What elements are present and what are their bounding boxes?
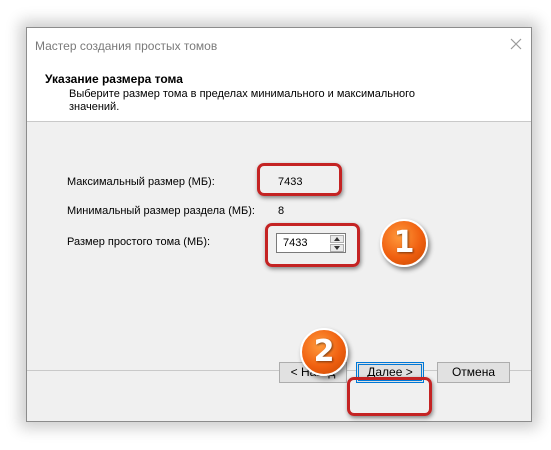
cancel-button[interactable]: Отмена xyxy=(437,362,510,383)
volume-size-label: Размер простого тома (МБ): xyxy=(67,236,211,248)
close-icon xyxy=(510,38,522,50)
step-marker-1: 1 xyxy=(380,219,428,267)
max-size-label: Максимальный размер (МБ): xyxy=(67,176,215,188)
close-button[interactable] xyxy=(501,28,531,60)
window-title: Мастер создания простых томов xyxy=(35,39,218,53)
wizard-header: Указание размера тома Выберите размер то… xyxy=(27,65,531,122)
title-bar: Мастер создания простых томов xyxy=(27,28,531,65)
min-size-value: 8 xyxy=(278,205,285,217)
volume-size-highlight xyxy=(265,223,360,267)
step-description: Выберите размер тома в пределах минималь… xyxy=(69,88,416,113)
step-marker-2: 2 xyxy=(300,328,348,376)
max-size-highlight xyxy=(257,163,342,196)
next-button-highlight xyxy=(347,377,432,416)
min-size-label: Минимальный размер раздела (МБ): xyxy=(67,205,255,217)
step-title: Указание размера тома xyxy=(45,72,183,86)
